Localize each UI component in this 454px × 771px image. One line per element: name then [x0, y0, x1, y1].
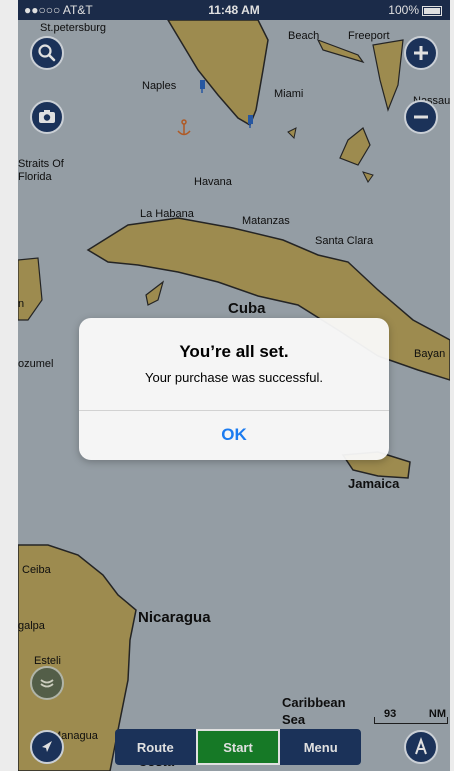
alert-message: Your purchase was successful.	[144, 370, 323, 385]
alert-title: You’re all set.	[179, 342, 289, 361]
app-screen: St.petersburg Beach Freeport Naples Miam…	[18, 0, 450, 771]
alert-dialog: You’re all set. Your purchase was succes…	[79, 318, 389, 460]
device-frame: St.petersburg Beach Freeport Naples Miam…	[0, 0, 454, 771]
ok-button[interactable]: OK	[79, 410, 389, 460]
